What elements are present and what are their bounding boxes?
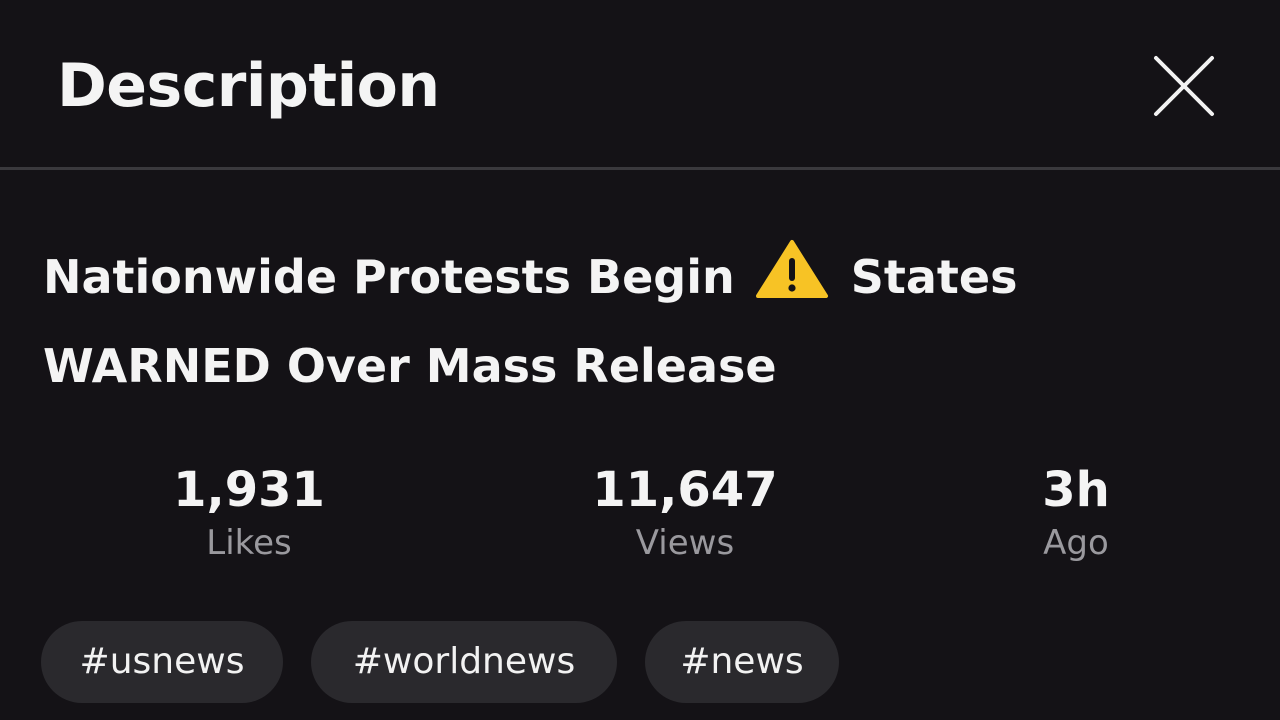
hashtag-chip-worldnews[interactable]: #worldnews (311, 621, 617, 703)
age-stat: 3h Ago (926, 455, 1226, 561)
close-icon (1154, 56, 1214, 116)
close-button[interactable] (1148, 50, 1220, 122)
likes-label: Likes (206, 523, 292, 563)
page-title: Description (57, 51, 440, 121)
views-count: 11,647 (592, 462, 778, 518)
views-label: Views (635, 523, 735, 563)
age-value: 3h (1042, 462, 1110, 518)
header-divider (0, 167, 1280, 170)
video-title: Nationwide Protests Begin States WARNED … (43, 236, 1233, 408)
hashtag-chip-usnews[interactable]: #usnews (41, 621, 283, 703)
views-stat: 11,647 Views (535, 455, 835, 561)
likes-stat: 1,931 Likes (99, 455, 399, 561)
description-header: Description (0, 0, 1280, 168)
video-stats: 1,931 Likes 11,647 Views 3h Ago (0, 455, 1280, 575)
hashtag-chip-news[interactable]: #news (645, 621, 839, 703)
warning-icon (755, 239, 829, 325)
likes-count: 1,931 (173, 462, 325, 518)
video-title-part1: Nationwide Protests Begin (43, 250, 735, 304)
age-label: Ago (1043, 523, 1109, 563)
